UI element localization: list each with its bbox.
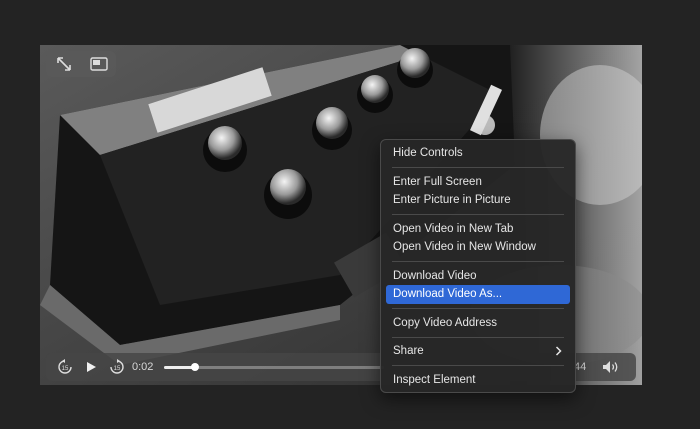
menu-item-share[interactable]: Share [386, 342, 570, 361]
svg-text:15: 15 [114, 366, 121, 372]
chevron-right-icon [555, 342, 562, 361]
menu-item-enter-full-screen[interactable]: Enter Full Screen [386, 173, 570, 192]
menu-item-download-video[interactable]: Download Video [386, 267, 570, 286]
menu-item-copy-video-address[interactable]: Copy Video Address [386, 314, 570, 333]
menu-separator [392, 336, 564, 338]
menu-separator [392, 214, 564, 215]
expand-arrows-icon[interactable] [50, 53, 78, 75]
volume-icon[interactable] [598, 353, 624, 381]
menu-item-download-video-as[interactable]: Download Video As... [386, 285, 570, 304]
scrubber[interactable] [164, 363, 384, 371]
menu-item-share-label: Share [393, 345, 424, 357]
menu-item-inspect-element[interactable]: Inspect Element [386, 371, 570, 390]
menu-item-open-new-window[interactable]: Open Video in New Window [386, 238, 570, 257]
top-controls [46, 51, 116, 77]
picture-in-picture-icon[interactable] [85, 53, 113, 75]
current-time: 0:02 [132, 361, 154, 373]
menu-separator [392, 365, 564, 366]
scrubber-knob[interactable] [190, 363, 199, 371]
menu-item-enter-pip[interactable]: Enter Picture in Picture [386, 191, 570, 210]
menu-separator [392, 308, 564, 309]
context-menu: Hide Controls Enter Full Screen Enter Pi… [380, 139, 576, 393]
svg-text:15: 15 [62, 366, 69, 372]
menu-item-open-new-tab[interactable]: Open Video in New Tab [386, 220, 570, 239]
menu-separator [392, 167, 564, 168]
skip-back-15-icon[interactable]: 15 [54, 353, 76, 381]
menu-item-hide-controls[interactable]: Hide Controls [386, 144, 570, 163]
skip-forward-15-icon[interactable]: 15 [106, 353, 128, 381]
menu-separator [392, 261, 564, 262]
play-icon[interactable] [80, 353, 102, 381]
